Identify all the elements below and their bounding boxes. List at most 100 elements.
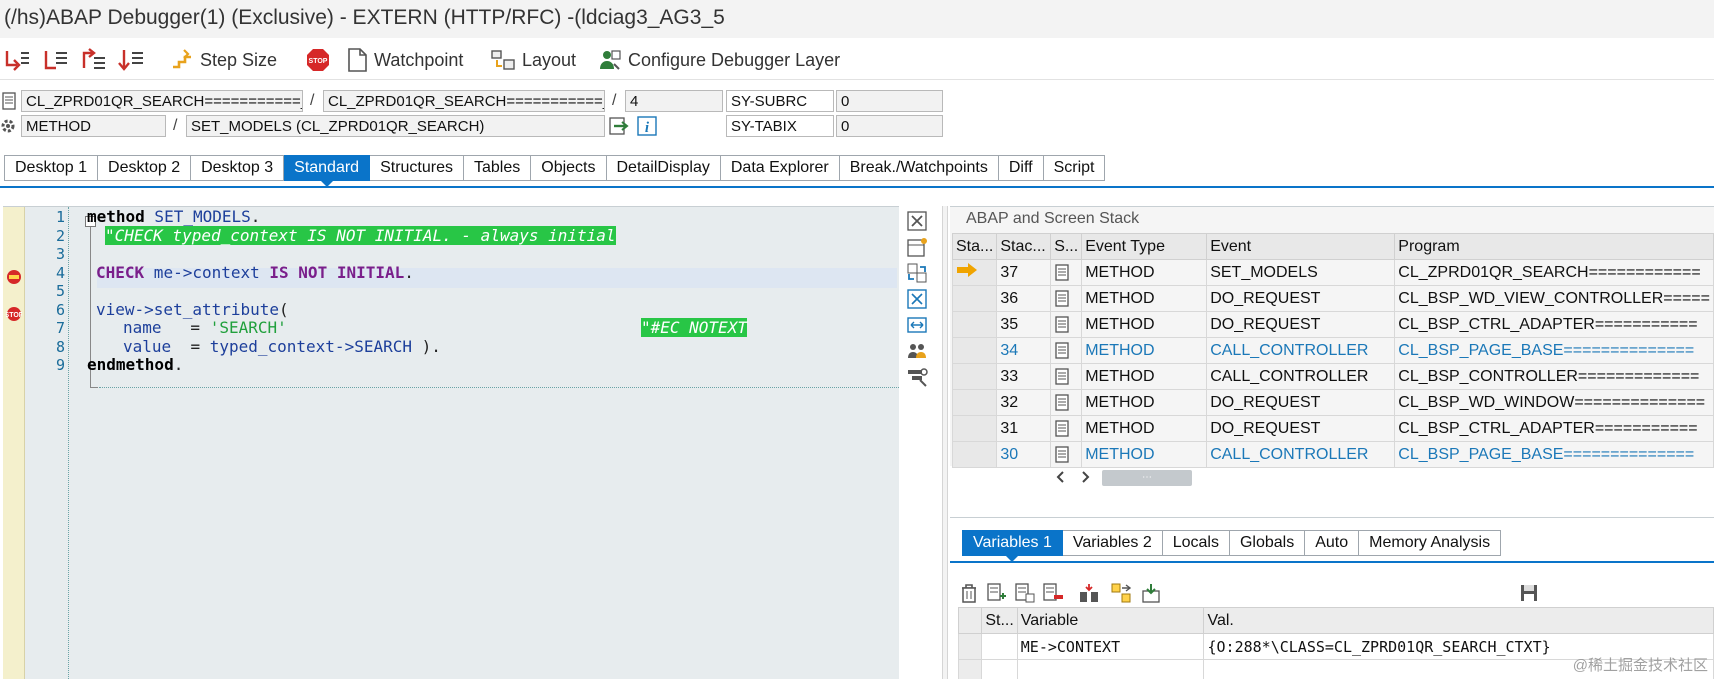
tab-desktop-2[interactable]: Desktop 2 xyxy=(98,155,192,181)
code-line[interactable]: value = typed_context->SEARCH ). xyxy=(123,337,441,357)
stack-row[interactable]: 34 METHOD CALL_CONTROLLER CL_BSP_PAGE_BASE=… xyxy=(951,337,1714,364)
tab-break-watchpoints[interactable]: Break./Watchpoints xyxy=(839,155,999,181)
stack-column-header[interactable]: Sta... xyxy=(951,233,998,260)
code-line[interactable]: view->set_attribute( xyxy=(96,300,289,320)
column-header-status[interactable]: St... xyxy=(981,607,1018,634)
single-step-icon[interactable] xyxy=(4,46,30,74)
scroll-thumb[interactable]: ⋯ xyxy=(1102,470,1192,486)
save-icon[interactable] xyxy=(1518,582,1540,604)
tab-detaildisplay[interactable]: DetailDisplay xyxy=(606,155,721,181)
delete-row-icon[interactable] xyxy=(1042,582,1064,604)
layout-button[interactable]: Layout xyxy=(490,46,576,74)
tab-desktop-1[interactable]: Desktop 1 xyxy=(4,155,99,181)
event-field[interactable]: SET_MODELS (CL_ZPRD01QR_SEARCH) xyxy=(186,115,605,137)
separator: / xyxy=(173,117,178,134)
swap-icon[interactable] xyxy=(906,262,928,284)
tab-objects[interactable]: Objects xyxy=(531,155,607,181)
code-line[interactable]: name = 'SEARCH' xyxy=(123,318,287,338)
code-lines[interactable]: − method SET_MODELS. "CHECK typed_context… xyxy=(69,207,899,679)
close-view-icon[interactable] xyxy=(906,210,928,232)
new-window-icon[interactable] xyxy=(906,236,928,258)
tab-standard[interactable]: Standard xyxy=(284,155,371,187)
program-field[interactable]: CL_ZPRD01QR_SEARCH===========_ xyxy=(21,90,303,112)
tab-locals[interactable]: Locals xyxy=(1162,530,1230,556)
session-breakpoint-icon[interactable]: STOP xyxy=(6,306,22,322)
code-line[interactable]: CHECK me->context IS NOT INITIAL. xyxy=(96,263,414,283)
stack-column-header[interactable]: Program xyxy=(1394,233,1714,260)
stack-row[interactable]: 36 METHOD DO_REQUEST CL_BSP_WD_VIEW_CONTROL… xyxy=(951,285,1714,312)
tab-globals[interactable]: Globals xyxy=(1229,530,1306,556)
stack-row[interactable]: 37 METHOD SET_MODELS CL_ZPRD01QR_SEARCH====… xyxy=(951,259,1714,286)
return-step-icon[interactable] xyxy=(80,46,106,74)
users-icon[interactable] xyxy=(906,340,928,362)
navigate-to-source-icon[interactable] xyxy=(609,116,629,136)
column-header-variable[interactable]: Variable xyxy=(1016,607,1205,634)
stack-type-icon-cell xyxy=(1050,363,1083,390)
tab-auto[interactable]: Auto xyxy=(1305,530,1360,556)
tab-memory-analysis[interactable]: Memory Analysis xyxy=(1359,530,1502,556)
event-type-field[interactable]: METHOD xyxy=(21,115,166,137)
import-icon[interactable] xyxy=(1140,582,1162,604)
scroll-left-icon[interactable] xyxy=(1054,470,1068,484)
configure-debugger-layer-button[interactable]: Configure Debugger Layer xyxy=(598,46,840,74)
resize-horizontal-icon[interactable] xyxy=(906,314,928,336)
code-line[interactable]: endmethod. xyxy=(87,355,183,375)
stack-column-header[interactable]: Event xyxy=(1206,233,1396,260)
transfer-icon[interactable] xyxy=(1110,582,1132,604)
tab-variables-2[interactable]: Variables 2 xyxy=(1062,530,1163,556)
variable-name-cell[interactable] xyxy=(1016,659,1205,679)
stack-row[interactable]: 30 METHOD CALL_CONTROLLER CL_BSP_PAGE_BASE=… xyxy=(951,441,1714,468)
stack-row[interactable]: 31 METHOD DO_REQUEST CL_BSP_CTRL_ADAPTER===… xyxy=(951,415,1714,442)
stack-program-cell[interactable]: CL_BSP_PAGE_BASE============== xyxy=(1394,337,1714,364)
tab-script[interactable]: Script xyxy=(1043,155,1106,181)
stack-row[interactable]: 35 METHOD DO_REQUEST CL_BSP_CTRL_ADAPTER===… xyxy=(951,311,1714,338)
maximize-icon[interactable] xyxy=(906,288,928,310)
stack-event-cell[interactable]: CALL_CONTROLLER xyxy=(1206,337,1396,364)
tab-data-explorer[interactable]: Data Explorer xyxy=(720,155,840,181)
column-header-value[interactable]: Val. xyxy=(1203,607,1714,634)
row-selector[interactable] xyxy=(957,633,983,660)
watchpoint-button[interactable]: Watchpoint xyxy=(346,46,463,74)
row-selector-header[interactable] xyxy=(957,607,983,634)
execute-step-icon[interactable] xyxy=(42,46,68,74)
code-line[interactable]: method SET_MODELS. xyxy=(87,207,260,227)
tab-tables[interactable]: Tables xyxy=(464,155,532,181)
line-field[interactable]: 4 xyxy=(625,90,723,112)
tab-variables-1[interactable]: Variables 1 xyxy=(962,530,1063,562)
sy-tabix-value[interactable]: 0 xyxy=(836,115,943,137)
breakpoint-icon[interactable] xyxy=(6,269,22,285)
scroll-right-icon[interactable] xyxy=(1078,470,1092,484)
row-selector[interactable] xyxy=(957,659,983,679)
pragma-comment: "#EC NOTEXT xyxy=(641,318,747,338)
tab-diff[interactable]: Diff xyxy=(998,155,1044,181)
stack-row[interactable]: 33 METHOD CALL_CONTROLLER CL_BSP_CONTROLLER… xyxy=(951,363,1714,390)
stack-column-header[interactable]: Stac... xyxy=(996,233,1052,260)
stop-button[interactable]: STOP xyxy=(306,46,330,74)
stack-program-cell[interactable]: CL_BSP_PAGE_BASE============== xyxy=(1394,441,1714,468)
include-field[interactable]: CL_ZPRD01QR_SEARCH===========_ xyxy=(323,90,605,112)
breakpoint-gutter[interactable]: STOP xyxy=(3,207,25,679)
step-size-button[interactable]: Step Size xyxy=(170,46,277,74)
insert-row-icon[interactable] xyxy=(986,582,1008,604)
source-code-editor[interactable]: STOP 123456789 − method SET_MODELS. "CHEC… xyxy=(3,206,899,679)
stack-type-cell[interactable]: METHOD xyxy=(1081,337,1208,364)
stack-column-header[interactable]: Event Type xyxy=(1081,233,1208,260)
info-icon[interactable]: i xyxy=(637,116,657,136)
stack-status-cell xyxy=(951,259,998,286)
stack-event-cell[interactable]: CALL_CONTROLLER xyxy=(1206,441,1396,468)
tab-desktop-3[interactable]: Desktop 3 xyxy=(191,155,285,181)
stack-row[interactable]: 32 METHOD DO_REQUEST CL_BSP_WD_WINDOW======… xyxy=(951,389,1714,416)
trash-icon[interactable] xyxy=(958,582,980,604)
tab-structures[interactable]: Structures xyxy=(370,155,464,181)
variable-name-cell[interactable]: ME->CONTEXT xyxy=(1016,633,1205,660)
stack-type-cell[interactable]: METHOD xyxy=(1081,441,1208,468)
copy-row-icon[interactable] xyxy=(1014,582,1036,604)
fold-guide-end xyxy=(90,387,98,388)
pane-splitter[interactable] xyxy=(942,206,948,679)
code-line[interactable]: "CHECK typed_context IS NOT INITIAL. - a… xyxy=(105,225,616,246)
insert-column-icon[interactable] xyxy=(1078,582,1100,604)
tools-icon[interactable] xyxy=(906,366,928,388)
sy-subrc-value[interactable]: 0 xyxy=(836,90,943,112)
continue-icon[interactable] xyxy=(118,46,144,74)
stack-column-header[interactable]: S... xyxy=(1050,233,1083,260)
